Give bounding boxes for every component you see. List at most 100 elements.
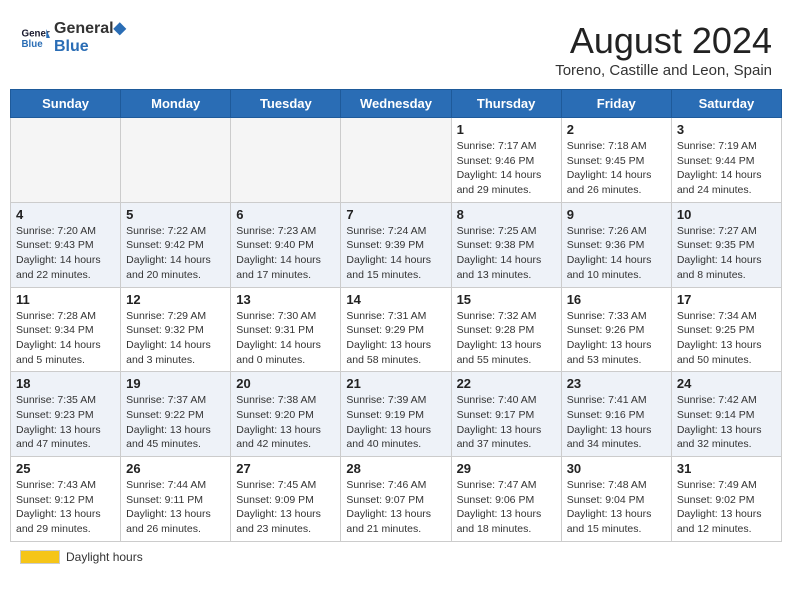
calendar-table: SundayMondayTuesdayWednesdayThursdayFrid… bbox=[10, 89, 782, 542]
calendar-day-header: Thursday bbox=[451, 90, 561, 118]
daylight-legend: Daylight hours bbox=[20, 550, 143, 564]
calendar-day-cell: 4Sunrise: 7:20 AM Sunset: 9:43 PM Daylig… bbox=[11, 202, 121, 287]
calendar-day-cell: 5Sunrise: 7:22 AM Sunset: 9:42 PM Daylig… bbox=[121, 202, 231, 287]
calendar-day-cell bbox=[231, 118, 341, 203]
calendar-day-cell: 3 Sunrise: 7:19 AM Sunset: 9:44 PM Daylig… bbox=[671, 118, 781, 203]
day-info: Sunrise: 7:38 AM Sunset: 9:20 PM Dayligh… bbox=[236, 393, 335, 452]
day-info: Sunrise: 7:29 AM Sunset: 9:32 PM Dayligh… bbox=[126, 309, 225, 368]
day-number: 12 bbox=[126, 292, 225, 307]
day-info: Sunrise: 7:19 AM Sunset: 9:44 PM Dayligh… bbox=[677, 139, 776, 198]
calendar-day-cell: 12 Sunrise: 7:29 AM Sunset: 9:32 PM Dayli… bbox=[121, 287, 231, 372]
title-block: August 2024 Toreno, Castille and Leon, S… bbox=[555, 20, 772, 79]
day-info: Sunrise: 7:25 AM Sunset: 9:38 PM Dayligh… bbox=[457, 224, 556, 283]
calendar-day-cell: 23Sunrise: 7:41 AM Sunset: 9:16 PM Dayli… bbox=[561, 372, 671, 457]
calendar-day-cell: 11Sunrise: 7:28 AM Sunset: 9:34 PM Dayli… bbox=[11, 287, 121, 372]
day-info: Sunrise: 7:30 AM Sunset: 9:31 PM Dayligh… bbox=[236, 309, 335, 368]
calendar-day-cell: 19Sunrise: 7:37 AM Sunset: 9:22 PM Dayli… bbox=[121, 372, 231, 457]
day-number: 3 bbox=[677, 122, 776, 137]
calendar-day-cell: 30Sunrise: 7:48 AM Sunset: 9:04 PM Dayli… bbox=[561, 457, 671, 542]
day-number: 1 bbox=[457, 122, 556, 137]
day-info: Sunrise: 7:49 AM Sunset: 9:02 PM Dayligh… bbox=[677, 478, 776, 537]
calendar-week-row: 18Sunrise: 7:35 AM Sunset: 9:23 PM Dayli… bbox=[11, 372, 782, 457]
calendar-day-cell: 9 Sunrise: 7:26 AM Sunset: 9:36 PM Daylig… bbox=[561, 202, 671, 287]
calendar-day-cell bbox=[121, 118, 231, 203]
calendar-day-cell: 17 Sunrise: 7:34 AM Sunset: 9:25 PM Dayli… bbox=[671, 287, 781, 372]
day-info: Sunrise: 7:46 AM Sunset: 9:07 PM Dayligh… bbox=[346, 478, 445, 537]
daylight-label: Daylight hours bbox=[66, 550, 143, 564]
day-info: Sunrise: 7:40 AM Sunset: 9:17 PM Dayligh… bbox=[457, 393, 556, 452]
day-info: Sunrise: 7:34 AM Sunset: 9:25 PM Dayligh… bbox=[677, 309, 776, 368]
day-info: Sunrise: 7:22 AM Sunset: 9:42 PM Dayligh… bbox=[126, 224, 225, 283]
calendar-week-row: 25Sunrise: 7:43 AM Sunset: 9:12 PM Dayli… bbox=[11, 457, 782, 542]
calendar-day-cell: 14 Sunrise: 7:31 AM Sunset: 9:29 PM Dayli… bbox=[341, 287, 451, 372]
calendar-day-cell: 21 Sunrise: 7:39 AM Sunset: 9:19 PM Dayli… bbox=[341, 372, 451, 457]
calendar-day-header: Friday bbox=[561, 90, 671, 118]
calendar-day-cell bbox=[11, 118, 121, 203]
calendar-day-cell: 25Sunrise: 7:43 AM Sunset: 9:12 PM Dayli… bbox=[11, 457, 121, 542]
day-info: Sunrise: 7:39 AM Sunset: 9:19 PM Dayligh… bbox=[346, 393, 445, 452]
calendar-day-cell: 29Sunrise: 7:47 AM Sunset: 9:06 PM Dayli… bbox=[451, 457, 561, 542]
day-number: 7 bbox=[346, 207, 445, 222]
day-number: 20 bbox=[236, 376, 335, 391]
day-number: 25 bbox=[16, 461, 115, 476]
logo-text-line2: Blue bbox=[54, 38, 126, 56]
calendar-day-cell: 7 Sunrise: 7:24 AM Sunset: 9:39 PM Daylig… bbox=[341, 202, 451, 287]
calendar-day-cell: 16Sunrise: 7:33 AM Sunset: 9:26 PM Dayli… bbox=[561, 287, 671, 372]
calendar-day-cell bbox=[341, 118, 451, 203]
calendar-day-header: Sunday bbox=[11, 90, 121, 118]
calendar-day-header: Tuesday bbox=[231, 90, 341, 118]
day-info: Sunrise: 7:44 AM Sunset: 9:11 PM Dayligh… bbox=[126, 478, 225, 537]
day-number: 31 bbox=[677, 461, 776, 476]
calendar-day-cell: 27Sunrise: 7:45 AM Sunset: 9:09 PM Dayli… bbox=[231, 457, 341, 542]
day-info: Sunrise: 7:24 AM Sunset: 9:39 PM Dayligh… bbox=[346, 224, 445, 283]
svg-text:Blue: Blue bbox=[22, 39, 44, 50]
day-info: Sunrise: 7:37 AM Sunset: 9:22 PM Dayligh… bbox=[126, 393, 225, 452]
day-info: Sunrise: 7:35 AM Sunset: 9:23 PM Dayligh… bbox=[16, 393, 115, 452]
day-number: 6 bbox=[236, 207, 335, 222]
day-info: Sunrise: 7:23 AM Sunset: 9:40 PM Dayligh… bbox=[236, 224, 335, 283]
calendar-day-header: Wednesday bbox=[341, 90, 451, 118]
calendar-day-cell: 1 Sunrise: 7:17 AM Sunset: 9:46 PM Daylig… bbox=[451, 118, 561, 203]
day-number: 9 bbox=[567, 207, 666, 222]
day-number: 24 bbox=[677, 376, 776, 391]
day-number: 21 bbox=[346, 376, 445, 391]
calendar-week-row: 1 Sunrise: 7:17 AM Sunset: 9:46 PM Daylig… bbox=[11, 118, 782, 203]
day-number: 11 bbox=[16, 292, 115, 307]
day-number: 10 bbox=[677, 207, 776, 222]
calendar-day-cell: 28Sunrise: 7:46 AM Sunset: 9:07 PM Dayli… bbox=[341, 457, 451, 542]
calendar-day-cell: 26 Sunrise: 7:44 AM Sunset: 9:11 PM Dayli… bbox=[121, 457, 231, 542]
month-year-title: August 2024 bbox=[555, 20, 772, 62]
day-info: Sunrise: 7:27 AM Sunset: 9:35 PM Dayligh… bbox=[677, 224, 776, 283]
svg-text:General: General bbox=[22, 28, 51, 39]
day-number: 23 bbox=[567, 376, 666, 391]
day-number: 14 bbox=[346, 292, 445, 307]
calendar-day-cell: 10 Sunrise: 7:27 AM Sunset: 9:35 PM Dayli… bbox=[671, 202, 781, 287]
day-number: 26 bbox=[126, 461, 225, 476]
calendar-day-cell: 2 Sunrise: 7:18 AM Sunset: 9:45 PM Daylig… bbox=[561, 118, 671, 203]
calendar-week-row: 11Sunrise: 7:28 AM Sunset: 9:34 PM Dayli… bbox=[11, 287, 782, 372]
calendar-week-row: 4Sunrise: 7:20 AM Sunset: 9:43 PM Daylig… bbox=[11, 202, 782, 287]
day-info: Sunrise: 7:31 AM Sunset: 9:29 PM Dayligh… bbox=[346, 309, 445, 368]
page-header: General Blue General◆ Blue August 2024 T… bbox=[10, 10, 782, 84]
day-number: 2 bbox=[567, 122, 666, 137]
logo: General Blue General◆ Blue bbox=[20, 20, 126, 55]
calendar-day-cell: 18Sunrise: 7:35 AM Sunset: 9:23 PM Dayli… bbox=[11, 372, 121, 457]
day-info: Sunrise: 7:26 AM Sunset: 9:36 PM Dayligh… bbox=[567, 224, 666, 283]
logo-icon: General Blue bbox=[20, 23, 50, 53]
day-info: Sunrise: 7:17 AM Sunset: 9:46 PM Dayligh… bbox=[457, 139, 556, 198]
calendar-header-row: SundayMondayTuesdayWednesdayThursdayFrid… bbox=[11, 90, 782, 118]
calendar-day-cell: 6 Sunrise: 7:23 AM Sunset: 9:40 PM Daylig… bbox=[231, 202, 341, 287]
day-number: 4 bbox=[16, 207, 115, 222]
day-info: Sunrise: 7:33 AM Sunset: 9:26 PM Dayligh… bbox=[567, 309, 666, 368]
day-info: Sunrise: 7:48 AM Sunset: 9:04 PM Dayligh… bbox=[567, 478, 666, 537]
calendar-day-cell: 31 Sunrise: 7:49 AM Sunset: 9:02 PM Dayli… bbox=[671, 457, 781, 542]
calendar-day-cell: 13 Sunrise: 7:30 AM Sunset: 9:31 PM Dayli… bbox=[231, 287, 341, 372]
calendar-day-header: Monday bbox=[121, 90, 231, 118]
day-number: 17 bbox=[677, 292, 776, 307]
day-number: 13 bbox=[236, 292, 335, 307]
calendar-day-cell: 8Sunrise: 7:25 AM Sunset: 9:38 PM Daylig… bbox=[451, 202, 561, 287]
calendar-day-cell: 15Sunrise: 7:32 AM Sunset: 9:28 PM Dayli… bbox=[451, 287, 561, 372]
day-info: Sunrise: 7:32 AM Sunset: 9:28 PM Dayligh… bbox=[457, 309, 556, 368]
calendar-day-cell: 24Sunrise: 7:42 AM Sunset: 9:14 PM Dayli… bbox=[671, 372, 781, 457]
day-info: Sunrise: 7:18 AM Sunset: 9:45 PM Dayligh… bbox=[567, 139, 666, 198]
